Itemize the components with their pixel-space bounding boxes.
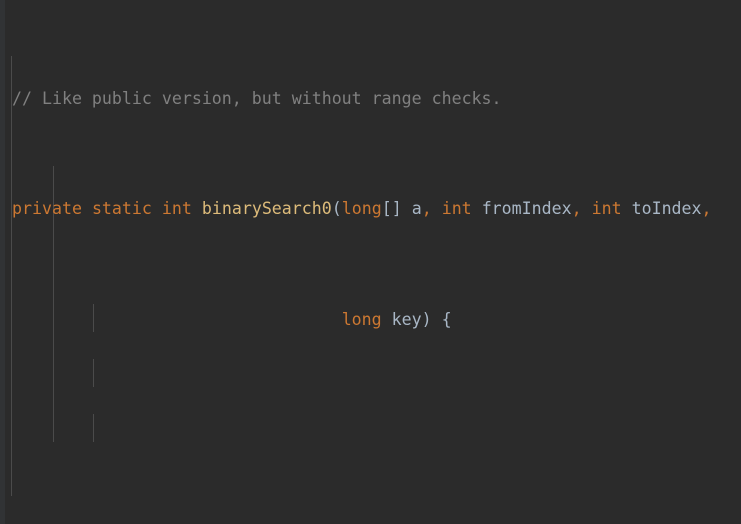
keyword-int: int [441,199,472,219]
code-line: long key) { [12,306,712,334]
code-line: private static int binarySearch0(long[] … [12,195,712,223]
keyword-long: long [341,309,382,329]
punct-comma: , [571,199,582,219]
punct-rparen: ) [421,309,432,329]
keyword-int: int [161,199,192,219]
array-brackets: [] [381,199,402,219]
code-line: // Like public version, but without rang… [12,85,712,113]
punct-comma: , [701,199,712,219]
punct-lbrace: { [441,309,452,329]
punct-lparen: ( [331,199,342,219]
param-from-index: fromIndex [481,199,572,219]
param-a: a [411,199,422,219]
keyword-private: private [12,199,82,219]
method-name: binarySearch0 [201,199,332,219]
param-to-index: toIndex [631,199,702,219]
keyword-static: static [91,199,152,219]
comment-token: // Like public version, but without rang… [12,88,502,108]
code-editor[interactable]: // Like public version, but without rang… [0,0,741,524]
keyword-int: int [591,199,622,219]
punct-comma: , [421,199,432,219]
code-content[interactable]: // Like public version, but without rang… [12,2,712,524]
keyword-long: long [341,199,382,219]
param-key: key [391,309,422,329]
